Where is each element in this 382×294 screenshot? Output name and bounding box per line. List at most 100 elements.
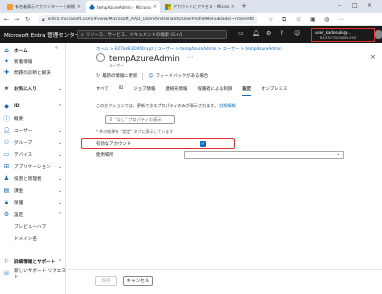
help-icon[interactable]: ? bbox=[280, 30, 283, 37]
favicon-icon bbox=[89, 4, 95, 10]
feedback-button[interactable]: フィードバックがある場合 bbox=[156, 73, 209, 79]
command-bar: ↻ 最新の情報に更新 ☺ フィードバックがある場合 bbox=[96, 72, 208, 80]
sidebar-item-whats-new[interactable]: ✦ 新着情報 bbox=[0, 56, 66, 67]
sidebar-item-diagnose[interactable]: ✚ 問題の診断と解決 bbox=[0, 67, 66, 78]
sidebar-item-label: グループ bbox=[14, 140, 33, 146]
extensions-icon[interactable]: ⧉ bbox=[282, 16, 286, 24]
tab-all[interactable]: すべて bbox=[96, 86, 109, 95]
help-icon: ⚐ bbox=[3, 258, 10, 265]
sidebar-item-label: 概要 bbox=[14, 116, 24, 122]
breadcrumb[interactable]: ホーム > EX7ledil20400.xyz | ユーザー > tempAzu… bbox=[96, 46, 282, 52]
close-window-icon[interactable]: × bbox=[367, 2, 372, 9]
save-button[interactable]: 保存 bbox=[95, 276, 117, 286]
back-icon[interactable]: ← bbox=[4, 16, 9, 23]
sidebar-item-favorites[interactable]: ★ お気に入り ⌄ bbox=[0, 83, 66, 94]
tab-on-premises[interactable]: オンプレミス bbox=[261, 86, 287, 95]
sidebar-item-settings[interactable]: ⚙ 設定 ⌃ bbox=[0, 209, 66, 220]
support-icon: ☏ bbox=[2, 270, 11, 277]
sidebar-item-billing[interactable]: ▤ 課金 ⌄ bbox=[0, 185, 66, 196]
close-icon[interactable]: × bbox=[77, 4, 81, 10]
reload-icon[interactable]: ↻ bbox=[25, 16, 30, 23]
maximize-icon[interactable]: □ bbox=[352, 2, 358, 9]
gear-icon[interactable]: ⚙ bbox=[266, 30, 271, 37]
chevron-down-icon: ⌄ bbox=[57, 199, 62, 206]
show-empty-properties-button[interactable]: ⊽ "なし" プロパティの表示 bbox=[105, 115, 175, 124]
sidebar-item-label: お気に入り bbox=[14, 86, 37, 92]
tab-job-info[interactable]: ジョブ情報 bbox=[133, 86, 155, 95]
sidebar-item-applications[interactable]: ⊞ アプリケーション ⌄ bbox=[0, 161, 66, 172]
page-title: tempAzureAdmin bbox=[109, 53, 180, 63]
filter-icon: ⊽ bbox=[109, 116, 113, 123]
close-icon[interactable]: × bbox=[153, 4, 157, 10]
sidebar-item-roles[interactable]: ♟ 役割と管理者 ⌄ bbox=[0, 173, 66, 184]
account-enabled-checkbox[interactable]: ✓ bbox=[200, 141, 206, 147]
new-tab-icon[interactable]: + bbox=[241, 2, 247, 10]
tab-contact-info[interactable]: 連絡先情報 bbox=[165, 86, 187, 95]
sidebar-item-new-support-request[interactable]: ☏ 新しいサポート リクエスト bbox=[0, 268, 66, 280]
favorites-icon[interactable]: ✩ bbox=[296, 16, 301, 23]
account-menu[interactable]: user_kadosuki@... EX370720340N.XYZ bbox=[311, 28, 375, 42]
sidebar-item-domain-names[interactable]: ドメイン名 bbox=[0, 233, 66, 244]
chevron-up-icon: ⌃ bbox=[57, 103, 62, 110]
chevron-down-icon: ⌄ bbox=[57, 139, 62, 146]
sidebar-item-overview[interactable]: ⓘ 概要 bbox=[0, 113, 66, 124]
minimize-icon[interactable]: – bbox=[338, 2, 341, 9]
browser-tab[interactable]: 有名者表示アカウンターー | 新規作成 × bbox=[4, 1, 84, 13]
collections-icon[interactable]: ▣ bbox=[310, 16, 316, 23]
sidebar-item-devices[interactable]: ▭ デバイス ⌄ bbox=[0, 149, 66, 160]
sidebar-item-protection[interactable]: 🔒︎ 保護 ⌄ bbox=[0, 197, 66, 208]
close-icon[interactable]: × bbox=[231, 4, 235, 10]
forward-icon[interactable]: → bbox=[14, 16, 19, 23]
star-icon[interactable]: ☆ bbox=[268, 16, 273, 23]
sidebar-item-identity[interactable]: ◆ ID ⌃ bbox=[0, 101, 66, 112]
more-icon[interactable]: ⋯ bbox=[338, 16, 344, 23]
chevron-down-icon[interactable]: ⌄ bbox=[336, 151, 340, 157]
cancel-button[interactable]: キャンセル bbox=[123, 276, 153, 286]
chevron-down-icon: ⌄ bbox=[57, 163, 62, 170]
sidebar-item-label: 役割と管理者 bbox=[14, 176, 42, 182]
avatar[interactable] bbox=[375, 30, 382, 39]
brand-title[interactable]: Microsoft Entra 管理センター bbox=[4, 31, 80, 39]
chevron-down-icon: ⌄ bbox=[57, 151, 62, 158]
billing-icon: ▤ bbox=[3, 187, 10, 194]
refresh-button[interactable]: 最新の情報に更新 bbox=[102, 73, 137, 79]
account-email: user_kadosuki@... bbox=[315, 30, 352, 35]
chevron-down-icon: ⌄ bbox=[57, 85, 62, 92]
tab-title: 有名者表示アカウンターー | 新規作成 bbox=[15, 4, 75, 9]
tab-title: tempAzureAdmin - Microsoft Entra... bbox=[97, 4, 151, 10]
learn-more-link[interactable]: 詳細情報 bbox=[219, 103, 235, 108]
search-input[interactable]: ⌕ リソース、サービス、ドキュメントの検索 (G+/) bbox=[77, 30, 227, 39]
favicon-icon bbox=[7, 4, 13, 10]
more-icon[interactable]: ⋯ bbox=[187, 54, 193, 61]
browser-tab-active[interactable]: tempAzureAdmin - Microsoft Entra... × bbox=[86, 1, 160, 13]
group-icon: ⚇ bbox=[3, 139, 10, 146]
tab-identity[interactable]: ID bbox=[119, 86, 124, 95]
chevron-down-icon: ⌄ bbox=[57, 175, 62, 182]
sidebar-item-label: 課金 bbox=[14, 188, 24, 194]
tab-parental-controls[interactable]: 保護者による制御 bbox=[197, 86, 232, 95]
close-icon[interactable]: × bbox=[370, 53, 376, 61]
sidebar-item-label: ドメイン名 bbox=[14, 236, 37, 242]
profile-icon[interactable]: ◍ bbox=[324, 16, 329, 23]
cloud-shell-icon[interactable]: ▭ bbox=[238, 30, 244, 37]
sidebar-item-users[interactable]: 👤︎ ユーザー ⌄ bbox=[0, 125, 66, 136]
browser-tab[interactable]: アカウントにアクセス - Microsoft & ... × bbox=[162, 1, 238, 13]
portal-header: Microsoft Entra 管理センター ⌕ リソース、サービス、ドキュメン… bbox=[0, 26, 382, 43]
description-text: このセクションでは、更新できるプロパティのみが表示されます。 bbox=[96, 103, 219, 108]
whats-new-icon: ✦ bbox=[3, 58, 10, 65]
sidebar-item-preview-hub[interactable]: プレビューハブ bbox=[0, 221, 66, 232]
sidebar-item-learn-support[interactable]: ⚐ 詳細情報とサポート ⌃ bbox=[0, 256, 66, 267]
bell-icon[interactable]: 🔔︎ bbox=[252, 30, 260, 37]
id-icon: ◆ bbox=[4, 103, 9, 110]
sidebar-item-home[interactable]: ⌂ ホーム bbox=[0, 45, 66, 56]
results-hint: * 件の結果を "設定" タブに表示しています bbox=[96, 129, 174, 134]
usage-location-dropdown[interactable] bbox=[184, 151, 344, 159]
sidebar-item-label: アプリケーション bbox=[14, 164, 51, 170]
sidebar: « ⌂ ホーム ✦ 新着情報 ✚ 問題の診断と解決 ★ お気に入り ⌄ ◆ ID… bbox=[0, 43, 66, 294]
url-field[interactable]: 🔒︎ entra.microsoft.com/#view/Microsoft_A… bbox=[38, 15, 258, 24]
tab-settings[interactable]: 設定 bbox=[242, 86, 251, 96]
lock-icon: 🔒︎ bbox=[4, 198, 9, 206]
feedback-icon[interactable]: ☺ bbox=[294, 30, 300, 37]
sidebar-item-groups[interactable]: ⚇ グループ ⌄ bbox=[0, 137, 66, 148]
sidebar-item-label: 保護 bbox=[14, 200, 24, 206]
